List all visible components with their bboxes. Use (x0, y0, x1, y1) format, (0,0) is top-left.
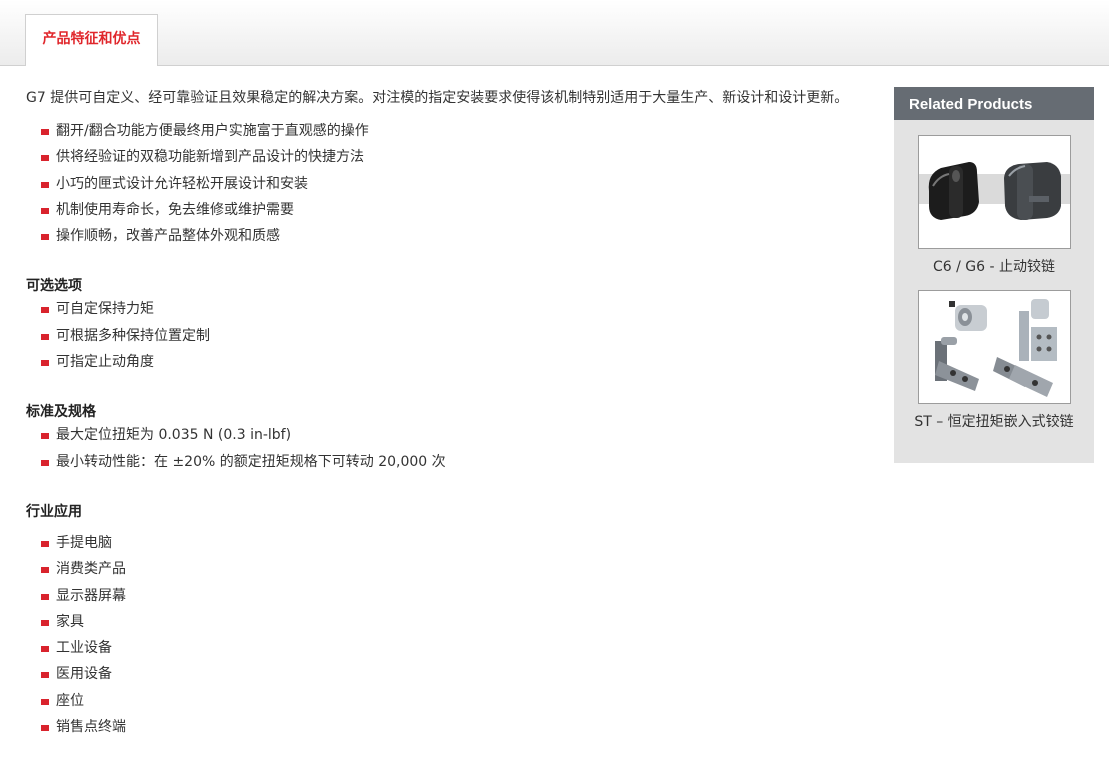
bullet-square-icon (41, 129, 49, 135)
list-item-text: 最大定位扭矩为 0.035 N (0.3 in-lbf) (56, 427, 292, 444)
bullet-square-icon (41, 593, 49, 600)
list-item: 工业设备 (26, 639, 886, 665)
list-item-text: 翻开/翻合功能方便最终用户实施富于直观感的操作 (56, 123, 369, 139)
bullet-square-icon (41, 540, 49, 547)
list-item-text: 座位 (56, 692, 84, 709)
list-item: 操作顺畅，改善产品整体外观和质感 (26, 227, 886, 253)
specs-list: 最大定位扭矩为 0.035 N (0.3 in-lbf) 最小转动性能：在 ±2… (26, 426, 886, 479)
specs-heading: 标准及规格 (26, 404, 96, 421)
list-item: 供将经验证的双稳功能新增到产品设计的快捷方法 (26, 148, 886, 174)
list-item-text: 医用设备 (56, 666, 112, 683)
list-item-text: 操作顺畅，改善产品整体外观和质感 (56, 228, 280, 245)
related-products-title: Related Products (894, 87, 1094, 120)
list-item: 可根据多种保持位置定制 (26, 327, 886, 353)
list-item: 座位 (26, 692, 886, 718)
options-list: 可自定保持力矩 可根据多种保持位置定制 可指定止动角度 (26, 300, 886, 379)
bullet-square-icon (41, 307, 49, 314)
list-item: 手提电脑 (26, 534, 886, 560)
list-item-text: 销售点终端 (56, 719, 126, 736)
bullet-square-icon (41, 433, 49, 440)
list-item: 最大定位扭矩为 0.035 N (0.3 in-lbf) (26, 426, 886, 452)
list-item-text: 可指定止动角度 (56, 354, 154, 371)
related-product-label[interactable]: ST – 恒定扭矩嵌入式铰链 (894, 413, 1094, 431)
black-detent-hinges-image[interactable] (917, 135, 1071, 249)
feature-list: 翻开/翻合功能方便最终用户实施富于直观感的操作 供将经验证的双稳功能新增到产品设… (26, 122, 886, 253)
related-products-sidebar: Related Products C6 / G6 - 止动铰链 ST – 恒定扭… (894, 87, 1094, 463)
related-product-label[interactable]: C6 / G6 - 止动铰链 (894, 258, 1094, 276)
bullet-square-icon (41, 181, 49, 188)
list-item-text: 手提电脑 (56, 534, 112, 551)
bullet-square-icon (41, 234, 49, 241)
bullet-square-icon (41, 333, 49, 340)
bullet-square-icon (41, 672, 49, 679)
bullet-square-icon (41, 725, 49, 732)
list-item: 翻开/翻合功能方便最终用户实施富于直观感的操作 (26, 122, 886, 148)
bullet-square-icon (41, 155, 49, 162)
bullet-square-icon (41, 567, 49, 574)
list-item-text: 最小转动性能：在 ±20% 的额定扭矩规格下可转动 20,000 次 (56, 453, 446, 470)
list-item-text: 消费类产品 (56, 561, 126, 578)
list-item: 销售点终端 (26, 718, 886, 744)
options-heading: 可选选项 (26, 278, 82, 295)
list-item-text: 可根据多种保持位置定制 (56, 327, 210, 344)
intro-paragraph: G7 提供可自定义、经可靠验证且效果稳定的解决方案。对注模的指定安装要求使得该机… (26, 90, 849, 106)
list-item-text: 可自定保持力矩 (56, 301, 154, 318)
bullet-square-icon (41, 619, 49, 626)
list-item: 机制使用寿命长，免去维修或维护需要 (26, 201, 886, 227)
bullet-square-icon (41, 207, 49, 214)
list-item: 医用设备 (26, 665, 886, 691)
list-item-text: 小巧的匣式设计允许轻松开展设计和安装 (56, 175, 308, 192)
list-item: 小巧的匣式设计允许轻松开展设计和安装 (26, 175, 886, 201)
list-item: 消费类产品 (26, 560, 886, 586)
bullet-square-icon (41, 698, 49, 705)
list-item-text: 家具 (56, 613, 84, 630)
related-product-st[interactable]: ST – 恒定扭矩嵌入式铰链 (894, 290, 1094, 431)
metal-torque-hinges-image[interactable] (917, 290, 1071, 404)
industries-heading: 行业应用 (26, 503, 82, 520)
list-item: 显示器屏幕 (26, 587, 886, 613)
list-item-text: 显示器屏幕 (56, 587, 126, 604)
tab-bar: 产品特征和优点 (0, 0, 1109, 66)
list-item-text: 机制使用寿命长，免去维修或维护需要 (56, 201, 294, 218)
list-item-text: 供将经验证的双稳功能新增到产品设计的快捷方法 (56, 149, 364, 166)
related-product-c6-g6[interactable]: C6 / G6 - 止动铰链 (894, 135, 1094, 276)
bullet-square-icon (41, 646, 49, 653)
tab-product-features[interactable]: 产品特征和优点 (25, 14, 158, 66)
main-content: G7 提供可自定义、经可靠验证且效果稳定的解决方案。对注模的指定安装要求使得该机… (26, 88, 886, 744)
list-item: 最小转动性能：在 ±20% 的额定扭矩规格下可转动 20,000 次 (26, 453, 886, 479)
list-item: 家具 (26, 613, 886, 639)
list-item: 可自定保持力矩 (26, 300, 886, 326)
industries-list: 手提电脑 消费类产品 显示器屏幕 家具 工业设备 医用设备 座位 销售点终端 (26, 534, 886, 744)
list-item: 可指定止动角度 (26, 353, 886, 379)
bullet-square-icon (41, 360, 49, 367)
bullet-square-icon (41, 459, 49, 466)
list-item-text: 工业设备 (56, 640, 112, 657)
